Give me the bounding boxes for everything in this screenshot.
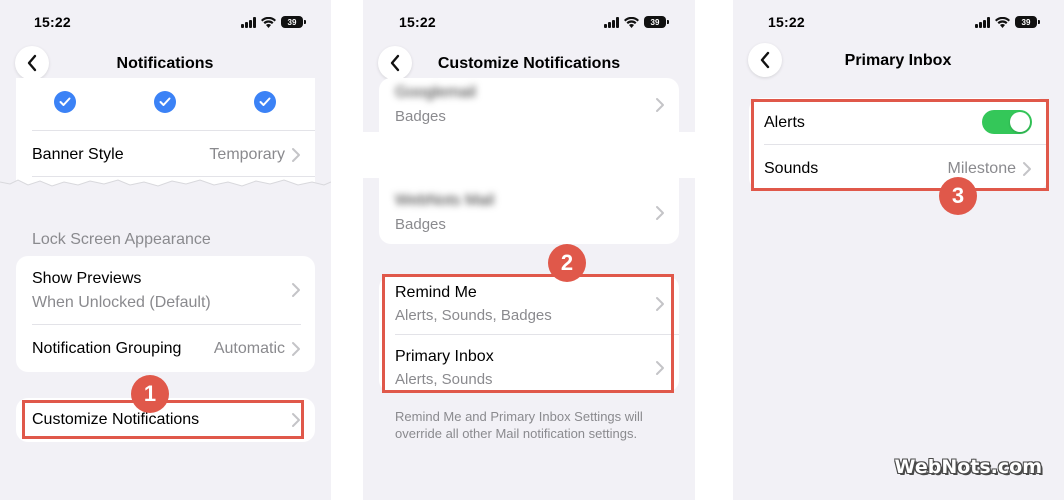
notification-grouping-value: Automatic <box>213 340 285 357</box>
status-bar: 15:22 39 <box>363 14 695 34</box>
battery-level: 39 <box>287 17 297 27</box>
notifications-screen: 15:22 39 Notifications Banner Style Temp… <box>0 0 331 500</box>
page-title: Notifications <box>116 55 214 72</box>
checkmark-icon[interactable] <box>54 91 76 113</box>
show-previews-label: Show Previews <box>32 270 142 287</box>
highlight-box <box>382 274 674 393</box>
cut-strip <box>363 132 695 178</box>
account-sub: Badges <box>395 216 446 233</box>
cellular-signal-icon <box>241 16 256 28</box>
lock-screen-card: Show Previews When Unlocked (Default) No… <box>16 256 315 372</box>
chevron-right-icon <box>656 98 664 112</box>
battery-level: 39 <box>1021 17 1031 27</box>
chevron-left-icon <box>760 51 770 69</box>
battery-level: 39 <box>650 17 660 27</box>
status-time: 15:22 <box>34 14 71 30</box>
step-badge: 1 <box>131 375 169 413</box>
footer-note: Remind Me and Primary Inbox Settings wil… <box>395 409 643 441</box>
account-sub: Badges <box>395 108 446 125</box>
step-badge: 3 <box>939 177 977 215</box>
battery-icon: 39 <box>281 16 306 28</box>
watermark-logo: WebNots.com <box>894 456 1042 478</box>
battery-icon: 39 <box>1015 16 1040 28</box>
back-button[interactable] <box>748 43 782 77</box>
wifi-icon <box>624 16 639 28</box>
status-time: 15:22 <box>399 14 436 30</box>
chevron-left-icon <box>390 54 400 72</box>
cellular-signal-icon <box>975 16 990 28</box>
chevron-right-icon <box>292 283 300 297</box>
cellular-signal-icon <box>604 16 619 28</box>
torn-edge <box>0 179 331 210</box>
customize-notifications-screen: 15:22 39 Customize Notifications Googlem… <box>363 0 695 500</box>
show-previews-value: When Unlocked (Default) <box>32 294 211 311</box>
checkmark-icon[interactable] <box>154 91 176 113</box>
chevron-right-icon <box>292 148 300 162</box>
wifi-icon <box>995 16 1010 28</box>
status-bar: 15:22 39 <box>733 14 1064 34</box>
wifi-icon <box>261 16 276 28</box>
section-header-lock-screen: Lock Screen Appearance <box>32 231 211 248</box>
notification-grouping-label: Notification Grouping <box>32 340 182 357</box>
banner-style-label: Banner Style <box>32 146 124 163</box>
banner-style-value: Temporary <box>209 146 285 163</box>
chevron-right-icon <box>292 342 300 356</box>
page-title: Primary Inbox <box>844 52 952 69</box>
divider <box>32 324 301 325</box>
divider <box>32 130 315 131</box>
back-button[interactable] <box>15 46 49 80</box>
battery-icon: 39 <box>644 16 669 28</box>
status-time: 15:22 <box>768 14 805 30</box>
status-bar: 15:22 39 <box>0 14 331 34</box>
primary-inbox-screen: 15:22 39 Primary Inbox Alerts Sounds Mil… <box>733 0 1064 500</box>
highlight-box <box>751 99 1049 191</box>
checkmark-icon[interactable] <box>254 91 276 113</box>
page-title: Customize Notifications <box>437 55 621 72</box>
chevron-left-icon <box>27 54 37 72</box>
chevron-right-icon <box>656 206 664 220</box>
blurred-account-name: Googlemail <box>395 84 476 101</box>
back-button[interactable] <box>378 46 412 80</box>
step-badge: 2 <box>548 244 586 282</box>
blurred-account-name: WebNots Mail <box>395 192 495 209</box>
